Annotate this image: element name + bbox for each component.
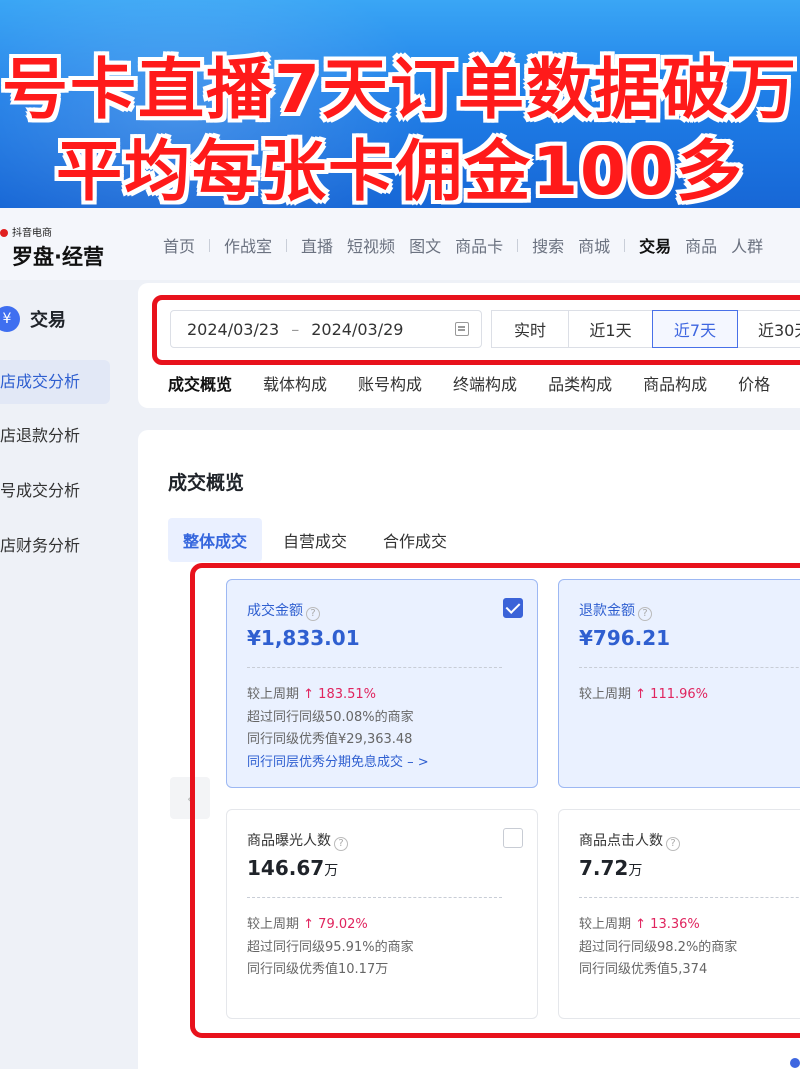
top-nav: 抖音电商 罗盘·经营 首页 作战室 直播 短视频 图文 商品卡 搜索 商城 交易… xyxy=(0,208,800,280)
promo-banner: 号卡直播7天订单数据破万 平均每张卡佣金100多 xyxy=(0,0,800,208)
nav-item-war-room[interactable]: 作战室 xyxy=(224,233,272,257)
highlight-box-metrics xyxy=(190,563,800,1038)
banner-subheadline: 平均每张卡佣金100多 xyxy=(56,133,744,208)
nav-item-audience[interactable]: 人群 xyxy=(731,233,763,257)
subtab-product[interactable]: 商品构成 xyxy=(643,371,707,395)
nav-divider xyxy=(209,238,211,252)
subtab-carrier[interactable]: 载体构成 xyxy=(263,371,327,395)
section-title: 成交概览 xyxy=(168,472,245,494)
logo-subtitle: 抖音电商 xyxy=(12,228,52,239)
sidebar: ¥ 交易 店成交分析 店退款分析 号成交分析 店财务分析 xyxy=(0,280,130,1069)
tab-self-operated[interactable]: 自营成交 xyxy=(268,518,362,562)
douyin-logo-icon xyxy=(0,229,8,237)
nav-item-product[interactable]: 商品 xyxy=(685,233,717,257)
sidebar-item-store-deal-analysis[interactable]: 店成交分析 xyxy=(0,360,110,404)
pagination-dot[interactable] xyxy=(790,1058,800,1068)
nav-divider xyxy=(624,238,626,252)
sidebar-item-store-finance-analysis[interactable]: 店财务分析 xyxy=(0,524,110,568)
analysis-subtabs: 成交概览 载体构成 账号构成 终端构成 品类构成 商品构成 价格 xyxy=(168,371,800,395)
sidebar-section-label: 交易 xyxy=(30,310,66,331)
range-7day-button[interactable]: 近7天 xyxy=(652,310,738,348)
nav-menu: 首页 作战室 直播 短视频 图文 商品卡 搜索 商城 交易 商品 人群 xyxy=(163,233,777,257)
nav-item-search[interactable]: 搜索 xyxy=(532,233,564,257)
nav-item-live[interactable]: 直播 xyxy=(301,233,333,257)
nav-divider xyxy=(517,238,519,252)
nav-item-trade[interactable]: 交易 xyxy=(639,233,671,257)
subtab-terminal[interactable]: 终端构成 xyxy=(453,371,517,395)
nav-item-mall[interactable]: 商城 xyxy=(578,233,610,257)
tab-cooperation[interactable]: 合作成交 xyxy=(368,518,462,562)
logo-title: 罗盘·经营 xyxy=(12,245,104,269)
subtab-account[interactable]: 账号构成 xyxy=(358,371,422,395)
nav-item-product-card[interactable]: 商品卡 xyxy=(455,233,503,257)
tab-overall[interactable]: 整体成交 xyxy=(168,518,263,562)
subtab-deal-overview[interactable]: 成交概览 xyxy=(168,371,232,395)
sidebar-item-account-deal-analysis[interactable]: 号成交分析 xyxy=(0,469,110,513)
deal-type-tabs: 整体成交 自营成交 合作成交 xyxy=(168,518,468,562)
subtab-price[interactable]: 价格 xyxy=(738,371,770,395)
nav-item-image-text[interactable]: 图文 xyxy=(409,233,441,257)
nav-item-home[interactable]: 首页 xyxy=(163,233,195,257)
nav-divider xyxy=(286,238,288,252)
sidebar-section-trade[interactable]: ¥ 交易 xyxy=(0,306,66,332)
nav-item-short-video[interactable]: 短视频 xyxy=(347,233,395,257)
sidebar-item-store-refund-analysis[interactable]: 店退款分析 xyxy=(0,414,110,458)
subtab-category[interactable]: 品类构成 xyxy=(548,371,612,395)
yuan-icon: ¥ xyxy=(0,306,20,332)
